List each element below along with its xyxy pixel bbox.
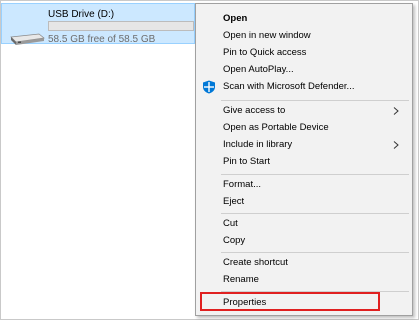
menu-item-open[interactable]: Open: [196, 11, 412, 27]
menu-item-cut[interactable]: Cut: [196, 216, 412, 232]
menu-item-label: Format...: [223, 179, 262, 190]
menu-item-open-new-window[interactable]: Open in new window: [196, 28, 412, 44]
menu-item-label: Open as Portable Device: [223, 122, 329, 133]
menu-item-scan-defender[interactable]: Scan with Microsoft Defender...: [196, 79, 412, 95]
context-menu: Open Open in new window Pin to Quick acc…: [195, 3, 413, 316]
menu-item-format[interactable]: Format...: [196, 177, 412, 193]
menu-item-label: Open: [223, 13, 248, 24]
menu-item-label: Open AutoPlay...: [223, 64, 294, 75]
menu-item-open-autoplay[interactable]: Open AutoPlay...: [196, 62, 412, 78]
menu-item-label: Include in library: [223, 139, 293, 150]
menu-item-label: Pin to Start: [223, 156, 270, 167]
menu-separator: [221, 174, 409, 175]
menu-item-label: Scan with Microsoft Defender...: [223, 81, 355, 92]
usb-drive-icon: [10, 33, 45, 45]
menu-item-label: Copy: [223, 235, 246, 246]
menu-item-pin-to-start[interactable]: Pin to Start: [196, 154, 412, 170]
menu-item-create-shortcut[interactable]: Create shortcut: [196, 255, 412, 271]
menu-item-eject[interactable]: Eject: [196, 194, 412, 210]
menu-item-pin-quick-access[interactable]: Pin to Quick access: [196, 45, 412, 61]
usb-drive-tile[interactable]: USB Drive (D:) 58.5 GB free of 58.5 GB: [1, 3, 195, 45]
drive-free-space: 58.5 GB free of 58.5 GB: [48, 34, 156, 45]
menu-item-label: Open in new window: [223, 30, 311, 41]
menu-item-label: Cut: [223, 218, 238, 229]
menu-separator: [221, 252, 409, 253]
menu-item-label: Create shortcut: [223, 257, 288, 268]
menu-item-open-portable-device[interactable]: Open as Portable Device: [196, 120, 412, 136]
menu-item-rename[interactable]: Rename: [196, 272, 412, 288]
drive-name: USB Drive (D:): [48, 9, 115, 20]
menu-item-label: Pin to Quick access: [223, 47, 307, 58]
menu-item-give-access[interactable]: Give access to: [196, 103, 412, 119]
menu-item-label: Eject: [223, 196, 245, 207]
drive-capacity-bar: [48, 21, 194, 31]
menu-separator: [221, 213, 409, 214]
properties-highlight-box: [200, 292, 380, 311]
chevron-right-icon: [393, 107, 399, 115]
menu-item-copy[interactable]: Copy: [196, 233, 412, 249]
chevron-right-icon: [393, 141, 399, 149]
menu-separator: [221, 100, 409, 101]
defender-shield-icon: [203, 80, 215, 94]
menu-item-label: Rename: [223, 274, 259, 285]
menu-item-include-in-library[interactable]: Include in library: [196, 137, 412, 153]
menu-item-label: Give access to: [223, 105, 286, 116]
